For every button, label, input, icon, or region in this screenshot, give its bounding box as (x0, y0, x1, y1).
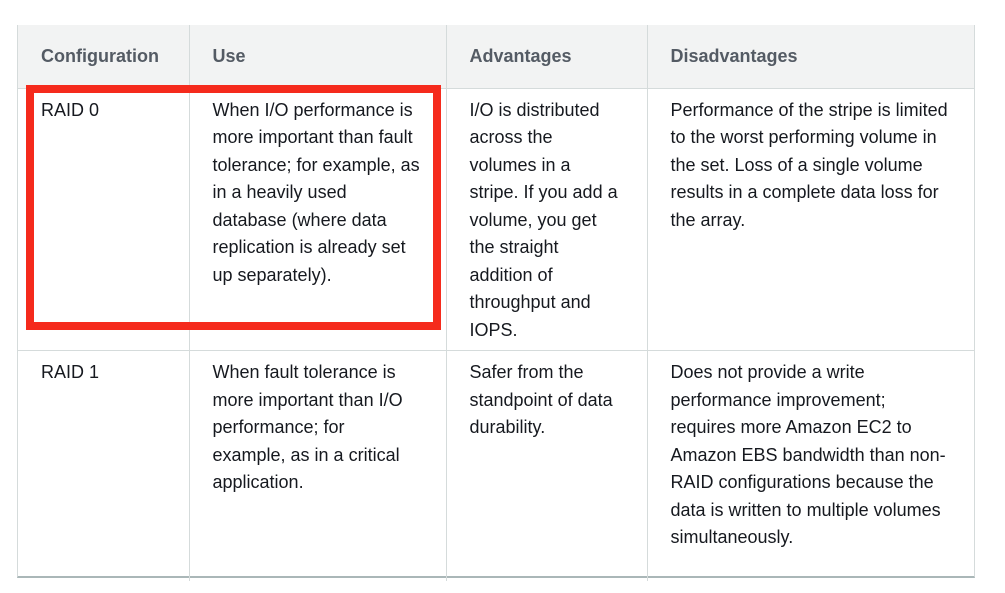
header-use: Use (189, 25, 447, 89)
cell-use: When I/O performance is more important t… (189, 88, 447, 351)
header-disadvantages: Disadvantages (647, 25, 974, 89)
cell-configuration: RAID 1 (18, 350, 190, 581)
table-row: RAID 1 When fault tolerance is more impo… (18, 350, 974, 581)
table-row: RAID 0 When I/O performance is more impo… (18, 88, 974, 351)
raid-comparison-table-container: Configuration Use Advantages Disadvantag… (17, 25, 975, 581)
table-body: RAID 0 When I/O performance is more impo… (18, 88, 974, 581)
raid-comparison-table: Configuration Use Advantages Disadvantag… (18, 25, 974, 581)
cell-configuration: RAID 0 (18, 88, 190, 351)
cell-advantages: I/O is distributed across the volumes in… (446, 88, 648, 351)
cell-advantages: Safer from the standpoint of data durabi… (446, 350, 648, 581)
table-header: Configuration Use Advantages Disadvantag… (18, 25, 974, 89)
header-advantages: Advantages (446, 25, 648, 89)
cell-use: When fault tolerance is more important t… (189, 350, 447, 581)
header-configuration: Configuration (18, 25, 190, 89)
header-row: Configuration Use Advantages Disadvantag… (18, 25, 974, 89)
cell-disadvantages: Performance of the stripe is limited to … (647, 88, 974, 351)
cell-disadvantages: Does not provide a write performance imp… (670, 362, 946, 547)
